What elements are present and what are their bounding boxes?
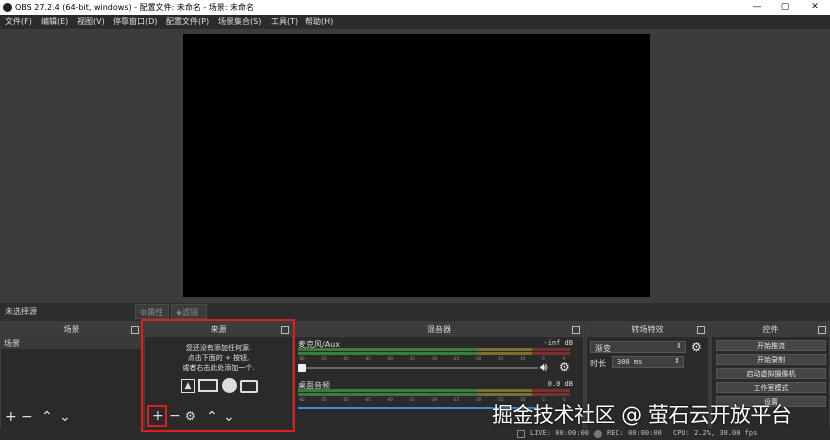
- meter-tick-label: -20: [474, 356, 482, 361]
- properties-label: 属性: [147, 308, 164, 317]
- filters-button[interactable]: ◈滤镜: [171, 304, 207, 319]
- menu-profile[interactable]: 配置文件(P): [166, 16, 209, 28]
- meter-tick-label: -60: [298, 356, 305, 361]
- scene-list-item[interactable]: 场景: [1, 337, 142, 349]
- mixer-dock-title: 混音器: [295, 323, 583, 337]
- duration-input[interactable]: 300 ms ⇕: [612, 356, 684, 368]
- menu-docks[interactable]: 停靠窗口(D): [113, 16, 157, 28]
- maximize-button[interactable]: ▢: [771, 0, 799, 15]
- volume-meter: [298, 352, 570, 355]
- duration-value: 300 ms: [617, 358, 643, 366]
- scenes-dock: 场景 场景 + − ⌃ ⌄: [0, 322, 143, 440]
- menu-bar: 文件(F) 编辑(E) 视图(V) 停靠窗口(D) 配置文件(P) 场景集合(S…: [0, 15, 830, 29]
- meter-tick-label: -55: [320, 356, 327, 361]
- meter-tick-label: -50: [342, 356, 349, 361]
- no-source-label: 未选择源: [5, 307, 37, 316]
- move-up-icon[interactable]: ⌃: [41, 410, 53, 424]
- meter-tick-label: -60: [298, 397, 305, 402]
- properties-button[interactable]: ⚙属性: [135, 304, 169, 319]
- dock-float-icon[interactable]: [818, 326, 826, 334]
- meter-tick-label: -45: [364, 356, 371, 361]
- volume-slider-handle[interactable]: [298, 364, 306, 372]
- filters-label: 滤镜: [182, 308, 199, 317]
- title-bar: OBS 27.2.4 (64-bit, windows) - 配置文件: 未命名…: [0, 0, 830, 15]
- live-time: LIVE: 00:00:00: [530, 429, 590, 437]
- meter-tick-label: -25: [452, 397, 460, 402]
- menu-tools[interactable]: 工具(T): [271, 16, 298, 28]
- transition-select-value: 渐变: [595, 344, 611, 353]
- menu-help[interactable]: 帮助(H): [305, 16, 333, 28]
- meter-tick-label: -35: [408, 356, 415, 361]
- duration-label: 时长: [590, 359, 606, 368]
- start-streaming-button[interactable]: 开始推流: [716, 340, 826, 351]
- channel-gear-icon[interactable]: ⚙: [559, 360, 570, 374]
- meter-tick-label: -35: [408, 397, 415, 402]
- cpu-fps: CPU: 2.2%, 30.00 fps: [673, 429, 758, 437]
- move-down-icon[interactable]: ⌄: [59, 410, 71, 424]
- start-recording-button[interactable]: 开始录制: [716, 354, 826, 365]
- transition-gear-icon[interactable]: ⚙: [691, 340, 702, 354]
- meter-tick-label: -10: [518, 356, 526, 361]
- window-title: OBS 27.2.4 (64-bit, windows) - 配置文件: 未命名…: [15, 3, 255, 12]
- menu-view[interactable]: 视图(V): [77, 16, 105, 28]
- meter-tick-label: -40: [386, 356, 393, 361]
- scenes-dock-title: 场景: [1, 323, 142, 337]
- volume-slider-track[interactable]: [298, 367, 538, 369]
- menu-edit[interactable]: 编辑(E): [41, 16, 68, 28]
- dock-float-icon[interactable]: [131, 326, 139, 334]
- status-bar: LIVE: 00:00:00 REC: 00:00:00 CPU: 2.2%, …: [0, 428, 830, 440]
- transitions-dock-title: 转场特效: [587, 323, 708, 337]
- menu-scene-collection[interactable]: 场景集合(S): [218, 16, 261, 28]
- live-indicator-icon: [517, 430, 525, 438]
- dock-float-icon[interactable]: [697, 326, 705, 334]
- start-virtual-camera-button[interactable]: 启动虚拟摄像机: [716, 368, 826, 379]
- watermark: 掘金技术社区 @ 萤石云开放平台: [492, 403, 792, 427]
- spinner-icon: ⇕: [674, 357, 680, 365]
- rec-time: REC: 00:00:00: [607, 429, 662, 437]
- obs-logo-icon: [3, 3, 12, 12]
- meter-tick-label: -45: [364, 397, 371, 402]
- dock-float-icon[interactable]: [572, 326, 580, 334]
- studio-mode-button[interactable]: 工作室模式: [716, 382, 826, 393]
- transition-select[interactable]: 渐变 ⇕: [590, 341, 686, 353]
- volume-meter: [298, 389, 570, 392]
- meter-tick-label: -20: [474, 397, 482, 402]
- add-scene-icon[interactable]: +: [5, 410, 17, 424]
- scene-item-label: 场景: [4, 339, 20, 348]
- close-button[interactable]: ✕: [801, 0, 829, 15]
- source-toolbar: [0, 303, 830, 321]
- minimize-button[interactable]: —: [743, 0, 771, 15]
- volume-meter: [298, 393, 570, 396]
- chevron-updown-icon: ⇕: [676, 342, 682, 350]
- meter-tick-label: -40: [386, 397, 393, 402]
- preview-canvas[interactable]: [183, 34, 650, 297]
- menu-file[interactable]: 文件(F): [5, 16, 32, 28]
- meter-tick-label: -30: [430, 356, 438, 361]
- meter-scale: -60 -55 -50 -45 -40 -35 -30 -25 -20 -15 -10 -5 0: [298, 356, 578, 364]
- meter-tick-label: -30: [430, 397, 438, 402]
- remove-scene-icon[interactable]: −: [21, 410, 33, 424]
- meter-tick-label: -55: [320, 397, 327, 402]
- channel-level: -inf dB: [543, 339, 573, 347]
- meter-tick-label: -25: [452, 356, 460, 361]
- speaker-icon[interactable]: 🔊︎: [540, 360, 548, 375]
- controls-dock-title: 控件: [712, 323, 829, 337]
- meter-tick-label: -50: [342, 397, 349, 402]
- add-button-highlight-box: [147, 405, 167, 427]
- rec-indicator-icon: [594, 430, 602, 438]
- channel-level: 0.0 dB: [547, 380, 573, 388]
- volume-meter: [298, 348, 570, 351]
- meter-tick-label: -15: [496, 356, 504, 361]
